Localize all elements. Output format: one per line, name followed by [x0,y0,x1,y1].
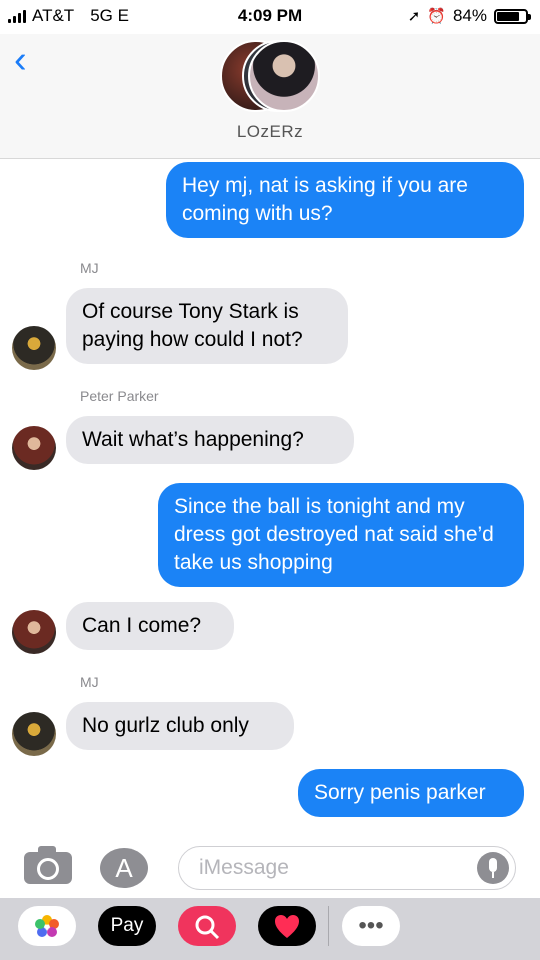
outgoing-message[interactable]: Since the ball is tonight and my dress g… [158,483,524,587]
incoming-message[interactable]: Wait what’s happening? [66,416,354,464]
message-input[interactable] [179,847,459,889]
avatar[interactable] [12,712,56,756]
back-chevron-icon[interactable]: ‹ [14,40,27,80]
photos-app-icon[interactable] [18,906,76,946]
status-right: ➚ ⏰ 84% [407,6,531,26]
drawer-divider [328,906,329,946]
group-avatar[interactable] [220,40,320,112]
group-name[interactable]: LOzERz [0,122,540,142]
sender-name: MJ [80,674,99,690]
incoming-message[interactable]: Of course Tony Stark is paying how could… [66,288,348,364]
outgoing-message[interactable]: Hey mj, nat is asking if you are coming … [166,162,524,238]
incoming-message[interactable]: Can I come? [66,602,234,650]
sender-name: MJ [80,260,99,276]
camera-icon[interactable] [24,846,72,884]
composer-bar: A [0,836,540,898]
avatar[interactable] [12,326,56,370]
battery-icon [494,8,531,24]
alarm-icon: ⏰ [427,8,446,25]
apple-pay-label: Pay [110,915,144,936]
location-arrow-icon: ➚ [407,8,421,25]
globe-search-icon [195,915,220,939]
conversation-header: ‹ LOzERz [0,34,540,159]
heart-icon [275,914,299,938]
app-store-icon[interactable]: A [100,848,148,888]
avatar [248,40,320,112]
sender-name: Peter Parker [80,388,159,404]
battery-percent: 84% [452,6,487,25]
incoming-message[interactable]: No gurlz club only [66,702,294,750]
more-apps-icon[interactable]: ••• [342,906,400,946]
battery-fill [497,11,519,21]
app-drawer: Pay ••• [0,898,540,960]
status-bar: AT&T 5G E 4:09 PM ➚ ⏰ 84% [0,0,540,34]
search-images-app-icon[interactable] [178,906,236,946]
digital-touch-app-icon[interactable] [258,906,316,946]
apple-pay-app-icon[interactable]: Pay [98,906,156,946]
outgoing-message[interactable]: Sorry penis parker [298,769,524,817]
message-field [178,846,516,890]
photos-flower-icon [35,914,59,937]
message-thread: Hey mj, nat is asking if you are coming … [0,158,540,828]
microphone-icon[interactable] [477,852,509,884]
avatar[interactable] [12,426,56,470]
avatar[interactable] [12,610,56,654]
